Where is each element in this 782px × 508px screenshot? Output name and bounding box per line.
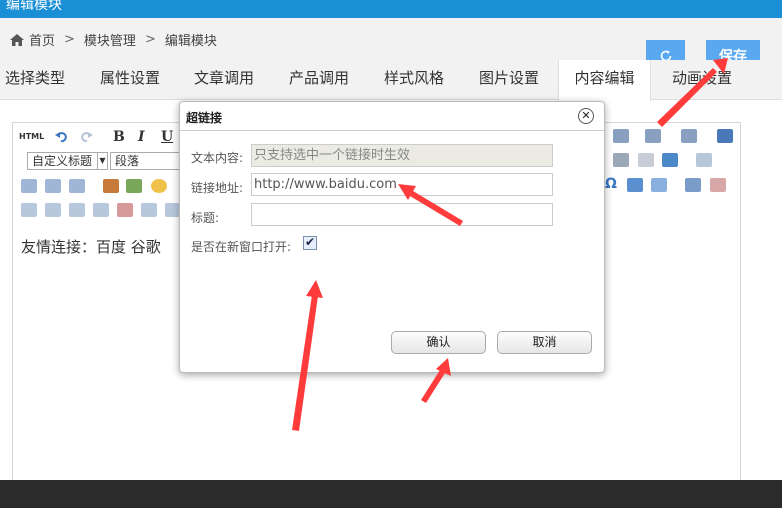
- unlink-icon[interactable]: [638, 153, 654, 167]
- merge-cells-icon[interactable]: [141, 203, 157, 217]
- delete-col-icon[interactable]: [117, 203, 133, 217]
- spacing-icon[interactable]: [681, 129, 697, 143]
- insert-media-icon[interactable]: [627, 178, 643, 192]
- link-url-label: 链接地址:: [191, 181, 244, 195]
- window-title: 编辑模块: [6, 0, 62, 13]
- breadcrumb-module-mgmt[interactable]: 模块管理: [84, 30, 136, 49]
- emoticon-icon[interactable]: [151, 179, 167, 193]
- bold-button[interactable]: B: [113, 129, 125, 145]
- redo-icon[interactable]: [79, 130, 93, 144]
- breadcrumb-separator: >: [144, 32, 156, 47]
- tab-animation-settings[interactable]: 动画设置: [664, 60, 740, 100]
- image-icon[interactable]: [103, 179, 119, 193]
- breadcrumb-edit-module: 编辑模块: [164, 34, 217, 49]
- link-title-label: 标题:: [191, 211, 220, 225]
- align-center-icon[interactable]: [45, 179, 61, 193]
- dialog-title: 超链接: [186, 111, 223, 125]
- link-title-input[interactable]: [251, 203, 553, 226]
- italic-button[interactable]: I: [138, 129, 145, 145]
- special-char-button[interactable]: Ω: [605, 176, 617, 192]
- insert-row-icon[interactable]: [45, 203, 61, 217]
- insert-image-icon[interactable]: [126, 179, 142, 193]
- editor-content[interactable]: 友情连接：百度 谷歌: [21, 236, 161, 257]
- breadcrumb-separator: >: [64, 32, 75, 47]
- new-window-label: 是否在新窗口打开:: [191, 240, 292, 254]
- page-footer: [0, 480, 782, 508]
- insert-doc-icon[interactable]: [651, 178, 667, 192]
- tab-content-edit[interactable]: 内容编辑: [558, 60, 651, 101]
- cancel-button[interactable]: 取消: [497, 331, 592, 354]
- insert-table-icon[interactable]: [685, 178, 701, 192]
- text-content-field: 只支持选中一个链接时生效: [251, 144, 553, 167]
- hyperlink-dialog: 超链接 ✕ 文本内容: 只支持选中一个链接时生效 链接地址: http://ww…: [179, 101, 605, 373]
- heading-select[interactable]: 自定义标题 ▼: [27, 152, 108, 170]
- breadcrumb-home[interactable]: 首页: [29, 30, 55, 49]
- tab-attribute-settings[interactable]: 属性设置: [92, 60, 168, 100]
- text-content-label: 文本内容:: [191, 151, 244, 165]
- dialog-header: 超链接 ✕: [180, 102, 604, 131]
- tab-product-call[interactable]: 产品调用: [281, 60, 357, 100]
- tab-article-call[interactable]: 文章调用: [186, 60, 262, 100]
- checkmark-icon: ✔: [305, 235, 316, 249]
- paragraph-select-value: 段落: [115, 154, 140, 168]
- breadcrumb-bar: 首页 > 模块管理 > 编辑模块 保存: [0, 18, 782, 71]
- chevron-down-icon: ▼: [97, 153, 107, 169]
- anchor-icon[interactable]: [662, 153, 678, 167]
- page-break-icon[interactable]: [696, 153, 712, 167]
- table-cell-icon[interactable]: [21, 203, 37, 217]
- tab-image-settings[interactable]: 图片设置: [471, 60, 547, 100]
- link-icon[interactable]: [613, 153, 629, 167]
- preview-icon[interactable]: [717, 129, 733, 143]
- home-icon: [10, 33, 24, 46]
- delete-row-icon[interactable]: [93, 203, 109, 217]
- undo-icon[interactable]: [55, 130, 69, 144]
- tab-style[interactable]: 样式风格: [376, 60, 452, 100]
- delete-table-icon[interactable]: [710, 178, 726, 192]
- underline-button[interactable]: U: [161, 129, 173, 145]
- tab-bar: 选择类型 属性设置 文章调用 产品调用 样式风格 图片设置 内容编辑 动画设置: [0, 60, 782, 101]
- line-height-icon[interactable]: [613, 129, 629, 143]
- confirm-button[interactable]: 确认: [391, 331, 486, 354]
- new-window-checkbox[interactable]: ✔: [303, 235, 317, 250]
- tab-select-type[interactable]: 选择类型: [0, 60, 70, 100]
- heading-select-value: 自定义标题: [32, 154, 93, 168]
- html-source-button[interactable]: HTML: [19, 132, 44, 141]
- insert-col-icon[interactable]: [69, 203, 85, 217]
- window-titlebar: 编辑模块: [0, 0, 782, 18]
- paragraph-format-icon[interactable]: [645, 129, 661, 143]
- paragraph-select[interactable]: 段落: [110, 152, 180, 170]
- breadcrumb: 首页 > 模块管理 > 编辑模块: [10, 30, 217, 49]
- align-left-icon[interactable]: [21, 179, 37, 193]
- close-icon[interactable]: ✕: [578, 108, 594, 124]
- link-url-input[interactable]: http://www.baidu.com: [251, 173, 553, 196]
- align-right-icon[interactable]: [69, 179, 85, 193]
